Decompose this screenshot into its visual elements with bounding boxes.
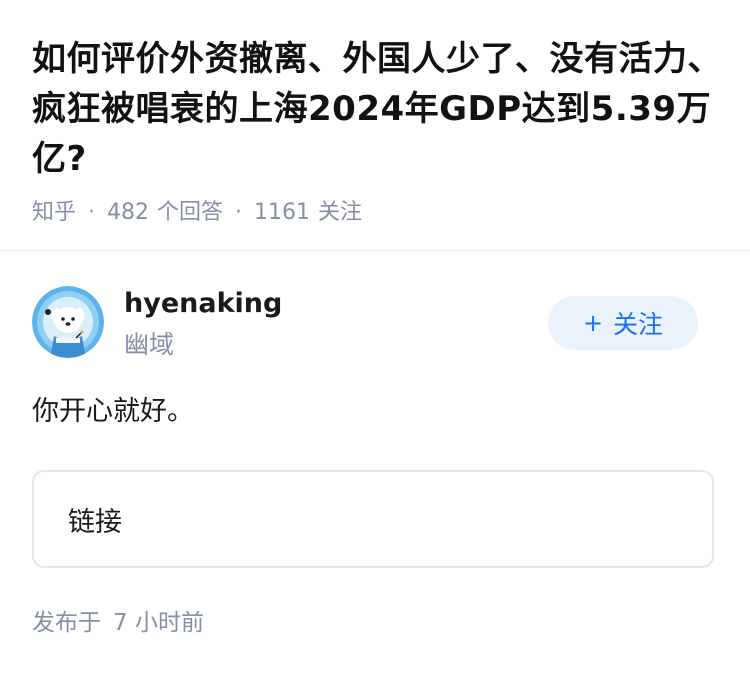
separator-dot: · (88, 200, 96, 225)
follow-button-label: 关注 (613, 310, 664, 339)
answer-count-label: 个回答 (157, 200, 224, 225)
section-divider (0, 250, 750, 251)
publish-time-value: 7 小时前 (113, 610, 204, 636)
follower-count-label: 关注 (318, 200, 363, 225)
author-name[interactable]: hyenaking (124, 286, 282, 322)
link-card-label: 链接 (68, 506, 122, 538)
plus-icon: + (582, 309, 604, 337)
author-subtitle: 幽域 (124, 330, 175, 359)
avatar[interactable] (32, 286, 104, 358)
question-header: 如何评价外资撤离、外国人少了、没有活力、疯狂被唱衰的上海2024年GDP达到5.… (32, 34, 722, 228)
follow-button[interactable]: + 关注 (548, 296, 698, 350)
answer-count: 482 (107, 200, 150, 225)
link-card[interactable]: 链接 (32, 470, 714, 568)
publish-time: 发布于 7 小时前 (32, 607, 204, 639)
follower-count: 1161 (254, 200, 311, 225)
question-title[interactable]: 如何评价外资撤离、外国人少了、没有活力、疯狂被唱衰的上海2024年GDP达到5.… (32, 34, 722, 184)
cartoon-dog-avatar-icon (32, 286, 104, 358)
separator-dot: · (235, 200, 243, 225)
author-row: hyenaking 幽域 + 关注 (32, 284, 698, 360)
source-label[interactable]: 知乎 (32, 198, 76, 228)
answer-text: 你开心就好。 (32, 396, 194, 427)
question-meta: 知乎 · 482 个回答 · 1161 关注 (32, 198, 722, 228)
publish-prefix: 发布于 (32, 610, 101, 636)
